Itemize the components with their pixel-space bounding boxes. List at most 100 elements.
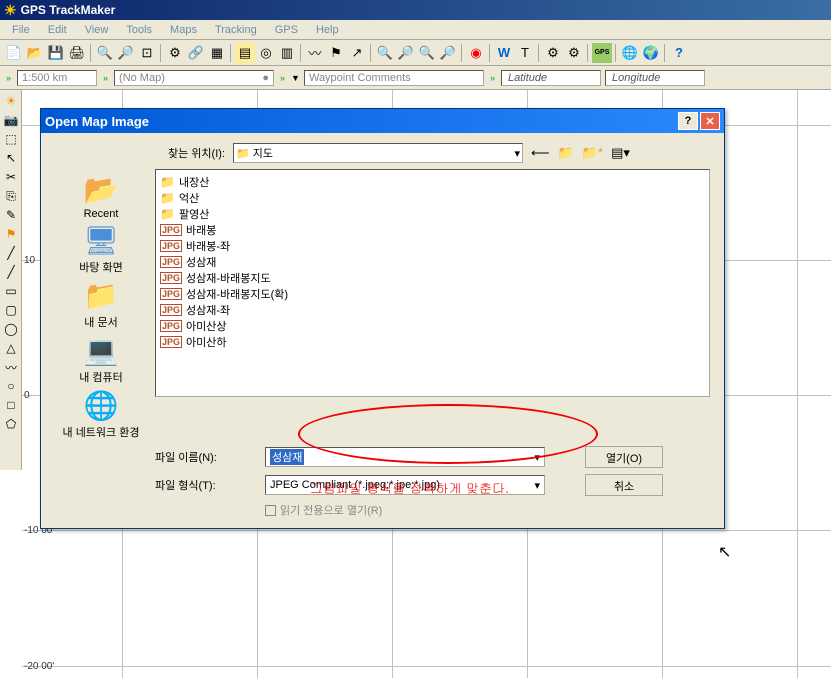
square-tool-icon[interactable]: □ xyxy=(2,396,20,414)
circle-tool-icon[interactable]: ○ xyxy=(2,377,20,395)
select-tool-icon[interactable]: ⬚ xyxy=(2,130,20,148)
pencil-tool-icon[interactable]: ✎ xyxy=(2,206,20,224)
map-select[interactable]: (No Map) ● xyxy=(114,70,274,86)
zoom-sel-icon[interactable]: 🔎 xyxy=(396,43,416,63)
folder-icon: 📁 xyxy=(160,175,175,189)
main-toolbar: 📄 📂 💾 🖨 🔍 🔎 ⊡ ⚙ 🔗 ▦ ▤ ◎ ▥ 〰 ⚑ ↗ 🔍 🔎 🔍 🔎 … xyxy=(0,40,831,66)
rrect-tool-icon[interactable]: ▢ xyxy=(2,301,20,319)
mydocs-icon: 📁 xyxy=(84,279,119,312)
list-item[interactable]: 📁억산 xyxy=(160,190,705,206)
dot-icon: ● xyxy=(262,72,269,84)
zoom-in-icon[interactable]: 🔍 xyxy=(95,43,115,63)
menu-tools[interactable]: Tools xyxy=(118,22,160,38)
zoom-track-icon[interactable]: 🔍 xyxy=(417,43,437,63)
sun-tool-icon[interactable]: ☀ xyxy=(2,92,20,110)
wiki-icon[interactable]: W xyxy=(494,43,514,63)
print-icon[interactable]: 🖨 xyxy=(67,43,87,63)
wave-tool-icon[interactable]: 〰 xyxy=(2,358,20,376)
pentagon-tool-icon[interactable]: ⬠ xyxy=(2,415,20,433)
new-icon[interactable]: 📄 xyxy=(4,43,24,63)
list-item[interactable]: JPG성삼재-바래봉지도(확) xyxy=(160,286,705,302)
cancel-button[interactable]: 취소 xyxy=(585,474,663,496)
target-icon[interactable]: ◎ xyxy=(256,43,276,63)
help-icon[interactable]: ? xyxy=(669,43,689,63)
file-list[interactable]: 📁내장산 📁억산 📁팔영산 JPG바래봉 JPG바래봉-좌 JPG성삼재 JPG… xyxy=(155,169,710,397)
zoom-fit-icon[interactable]: ⊡ xyxy=(137,43,157,63)
list-item[interactable]: JPG성삼재-좌 xyxy=(160,302,705,318)
copy-tool-icon[interactable]: ⎘ xyxy=(2,187,20,205)
track-icon[interactable]: 〰 xyxy=(305,43,325,63)
place-desktop[interactable]: 🖥바탕 화면 xyxy=(55,224,147,275)
list-item[interactable]: JPG바래봉 xyxy=(160,222,705,238)
save-icon[interactable]: 💾 xyxy=(46,43,66,63)
search-wp-icon[interactable]: 🔎 xyxy=(438,43,458,63)
rect-tool-icon[interactable]: ▭ xyxy=(2,282,20,300)
list-item[interactable]: 📁내장산 xyxy=(160,174,705,190)
annotation-text: 그림파일 형식을 정확하게 맞춘다. xyxy=(310,478,509,497)
menu-view[interactable]: View xyxy=(77,22,117,38)
checkbox-icon[interactable] xyxy=(265,505,276,516)
route-icon[interactable]: ↗ xyxy=(347,43,367,63)
help-button[interactable]: ? xyxy=(678,112,698,130)
close-button[interactable]: ✕ xyxy=(700,112,720,130)
list-item[interactable]: JPG성삼재-바래봉지도 xyxy=(160,270,705,286)
earth-icon[interactable]: 🌍 xyxy=(641,43,661,63)
open-icon[interactable]: 📂 xyxy=(25,43,45,63)
flag-icon[interactable]: ⚑ xyxy=(326,43,346,63)
arrow-icon[interactable]: » xyxy=(278,73,287,83)
list-item[interactable]: 📁팔영산 xyxy=(160,206,705,222)
map-icon[interactable]: ▤ xyxy=(235,43,255,63)
gps-badge-icon[interactable]: GPS xyxy=(592,43,612,63)
zoom-out-icon[interactable]: 🔎 xyxy=(116,43,136,63)
list-item[interactable]: JPG아미산하 xyxy=(160,334,705,350)
globe-icon[interactable]: 🌐 xyxy=(620,43,640,63)
arrow-icon[interactable]: » xyxy=(101,73,110,83)
place-mydocs[interactable]: 📁내 문서 xyxy=(55,279,147,330)
filename-input[interactable]: 성삼재 ▾ xyxy=(265,447,545,467)
arrow-icon[interactable]: » xyxy=(488,73,497,83)
list-item[interactable]: JPG아미산상 xyxy=(160,318,705,334)
dropdown-icon[interactable]: ▾ xyxy=(534,479,540,492)
layer-icon[interactable]: ▥ xyxy=(277,43,297,63)
link-icon[interactable]: 🔗 xyxy=(186,43,206,63)
place-network[interactable]: 🌐내 네트워크 환경 xyxy=(55,389,147,440)
text-icon[interactable]: T xyxy=(515,43,535,63)
new-folder-icon[interactable]: 📁* xyxy=(582,145,603,161)
menu-gps[interactable]: GPS xyxy=(267,22,306,38)
pointer-tool-icon[interactable]: ↖ xyxy=(2,149,20,167)
view-menu-icon[interactable]: ▤▾ xyxy=(611,145,630,161)
line-tool-icon[interactable]: ╱ xyxy=(2,263,20,281)
back-icon[interactable]: ⟵ xyxy=(531,145,550,161)
path-tool-icon[interactable]: ╱ xyxy=(2,244,20,262)
find-icon[interactable]: 🔍 xyxy=(375,43,395,63)
scale-input[interactable]: 1:500 km xyxy=(17,70,97,86)
list-item[interactable]: JPG성삼재 xyxy=(160,254,705,270)
settings-icon[interactable]: ⚙ xyxy=(543,43,563,63)
ellipse-tool-icon[interactable]: ◯ xyxy=(2,320,20,338)
place-recent[interactable]: 📂Recent xyxy=(55,173,147,220)
up-folder-icon[interactable]: 📁 xyxy=(558,145,574,161)
grid-icon[interactable]: ▦ xyxy=(207,43,227,63)
waypoint-icon[interactable]: ⚙ xyxy=(165,43,185,63)
lookin-select[interactable]: 📁 지도 ▾ xyxy=(233,143,523,163)
poly-tool-icon[interactable]: △ xyxy=(2,339,20,357)
flag-tool-icon[interactable]: ⚑ xyxy=(2,225,20,243)
list-item[interactable]: JPG바래봉-좌 xyxy=(160,238,705,254)
dropdown-icon[interactable]: ▾ xyxy=(534,451,540,464)
options-icon[interactable]: ⚙ xyxy=(564,43,584,63)
menu-tracking[interactable]: Tracking xyxy=(207,22,265,38)
open-button[interactable]: 열기(O) xyxy=(585,446,663,468)
arrow-icon[interactable]: » xyxy=(4,73,13,83)
cut-tool-icon[interactable]: ✂ xyxy=(2,168,20,186)
latitude-display: Latitude xyxy=(501,70,601,86)
jpg-icon: JPG xyxy=(160,304,182,316)
menu-file[interactable]: File xyxy=(4,22,38,38)
place-mycomputer[interactable]: 💻내 컴퓨터 xyxy=(55,334,147,385)
realtime-icon[interactable]: ◉ xyxy=(466,43,486,63)
dialog-titlebar[interactable]: Open Map Image ? ✕ xyxy=(41,109,724,133)
menu-edit[interactable]: Edit xyxy=(40,22,75,38)
comment-input[interactable]: Waypoint Comments xyxy=(304,70,484,86)
menu-help[interactable]: Help xyxy=(308,22,347,38)
camera-tool-icon[interactable]: 📷 xyxy=(2,111,20,129)
menu-maps[interactable]: Maps xyxy=(162,22,205,38)
